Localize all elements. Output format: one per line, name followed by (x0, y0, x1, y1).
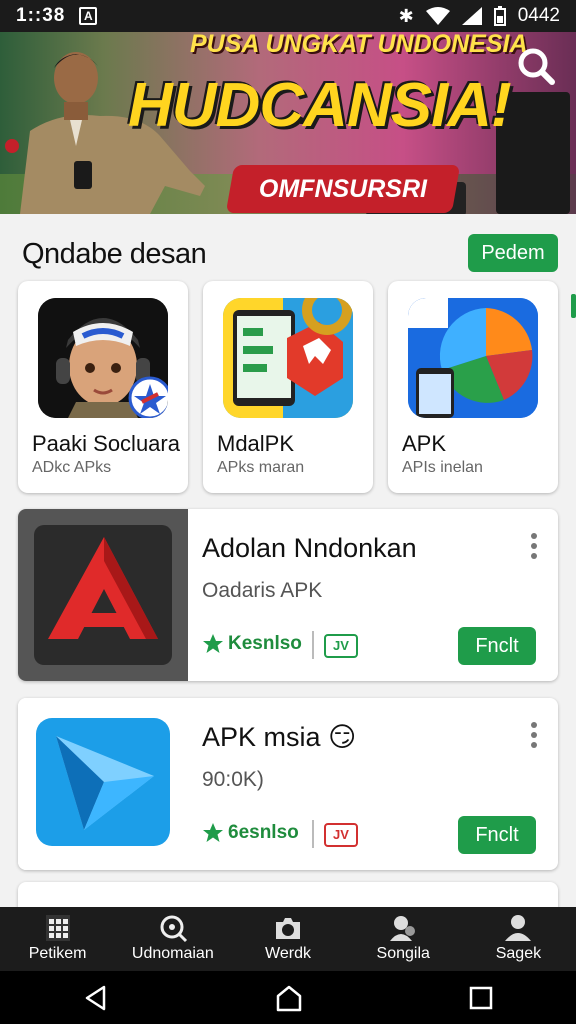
install-button[interactable]: Fnclt (458, 816, 536, 854)
app-subtitle: 90:0K) (202, 768, 264, 791)
app-name-text: APK msia (202, 722, 321, 752)
recents-icon[interactable] (468, 985, 494, 1011)
app-icon-apk-chart (408, 298, 538, 418)
star-icon (203, 634, 223, 653)
search-icon[interactable] (516, 46, 556, 86)
nav-item-udnomaian[interactable]: Udnomaian (115, 907, 230, 971)
system-nav-bar (0, 971, 576, 1024)
battery-level: 0442 (517, 5, 560, 26)
bluetooth-icon: ✱ (398, 5, 414, 26)
list-item[interactable]: Adolan Nndonkan Oadaris APK Kesnlso JV F… (18, 509, 558, 681)
nav-label: Udnomaian (131, 945, 214, 962)
search-icon (160, 915, 187, 943)
emoji-icon: 😏 (328, 722, 357, 752)
app-icon-adolan (18, 509, 188, 681)
install-button[interactable]: Fnclt (458, 627, 536, 665)
rating: Kesnlso (202, 633, 302, 655)
more-options-icon[interactable] (528, 531, 540, 563)
wifi-icon (425, 7, 450, 25)
mini-badge: JV (324, 823, 358, 847)
nav-label: Werdk (265, 945, 311, 962)
nav-label: Petikem (28, 945, 87, 962)
app-card[interactable]: MdalPK APks maran (203, 281, 373, 493)
nav-item-songila[interactable]: Songila (346, 907, 461, 971)
bottom-nav: Petikem Udnomaian Werdk Songila Sagek (0, 907, 576, 971)
nav-label: Songila (376, 945, 430, 962)
app-card[interactable]: Paaki Socluara ADkc APks (18, 281, 188, 493)
section-action-button[interactable]: Pedem (468, 234, 558, 272)
status-bar: 1::38 A ✱ 0442 (0, 0, 576, 32)
signal-icon (461, 7, 482, 25)
status-time: 1::38 (16, 5, 66, 26)
app-icon-mdalpk (223, 298, 353, 418)
people-icon (390, 916, 416, 941)
app-icon-pilot (38, 298, 168, 418)
banner-pill: OMFNSURSRI (225, 165, 461, 213)
nav-label: Sagek (495, 945, 542, 962)
app-card-title: MdalPK (217, 431, 295, 456)
banner-pill-text: OMFNSURSRI (258, 174, 428, 203)
grid-icon (45, 915, 70, 941)
app-name: Adolan Nndonkan (202, 533, 417, 563)
banner-headline: HUDCANSIA! (128, 71, 512, 140)
nav-item-petikem[interactable]: Petikem (0, 907, 115, 971)
app-card-subtitle: APks maran (217, 459, 305, 476)
rating-text: 6esnlso (228, 822, 299, 843)
rating: 6esnlso (202, 822, 299, 844)
carousel-edge-indicator (571, 294, 576, 318)
app-card-subtitle: APIs inelan (402, 459, 483, 476)
banner-headline-small: PUSA UNGKAT UNDONESIA (190, 32, 528, 58)
nav-item-werdk[interactable]: Werdk (230, 907, 345, 971)
section-title: Qndabe desan (22, 238, 207, 270)
app-icon-apk-msia (18, 698, 188, 870)
rating-text: Kesnlso (228, 633, 302, 654)
nav-item-sagek[interactable]: Sagek (461, 907, 576, 971)
battery-icon (493, 6, 506, 26)
list-item[interactable]: APK msia 😏 90:0K) 6esnlso JV Fnclt (18, 698, 558, 870)
app-name: APK msia 😏 (202, 722, 356, 753)
home-icon[interactable] (274, 984, 304, 1012)
person-icon (505, 915, 532, 941)
mini-badge: JV (324, 634, 358, 658)
app-subtitle: Oadaris APK (202, 579, 323, 602)
divider (312, 631, 314, 659)
divider (312, 820, 314, 848)
back-icon[interactable] (82, 984, 110, 1012)
star-icon (203, 823, 223, 842)
app-card-title: APK (402, 431, 447, 456)
app-card-title: Paaki Socluara (32, 431, 180, 456)
camera-icon (276, 918, 300, 939)
app-card-subtitle: ADkc APks (32, 459, 112, 476)
more-options-icon[interactable] (528, 720, 540, 752)
app-card[interactable]: APK APIs inelan (388, 281, 558, 493)
notification-icon: A (79, 7, 98, 25)
promo-banner[interactable]: PUSA UNGKAT UNDONESIA HUDCANSIA! OMFNSUR… (0, 32, 576, 214)
